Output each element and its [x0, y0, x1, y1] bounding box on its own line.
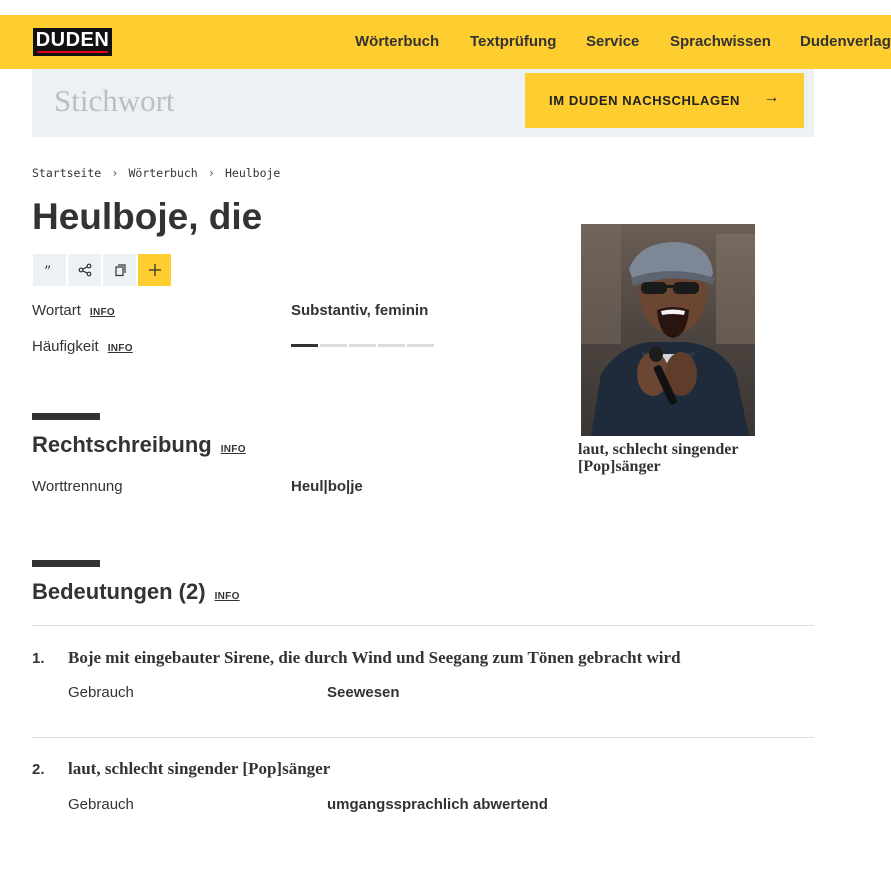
page-title: Heulboje, die — [32, 196, 263, 237]
meaning-number: 1. — [32, 650, 45, 667]
haeufigkeit-label: Häufigkeit — [32, 338, 99, 355]
gebrauch-label: Gebrauch — [68, 796, 134, 813]
haeufigkeit-info-link[interactable]: INFO — [108, 343, 133, 354]
nav-textpruefung[interactable]: Textprüfung — [470, 33, 556, 50]
frequency-segment — [291, 344, 318, 347]
frequency-segment — [407, 344, 434, 347]
bedeutungen-title: Bedeutungen (2) — [32, 579, 206, 604]
search-input[interactable] — [54, 83, 514, 119]
wortart-info-link[interactable]: INFO — [90, 307, 115, 318]
top-strip — [0, 0, 891, 15]
breadcrumb-woerterbuch[interactable]: Wörterbuch — [128, 166, 197, 180]
frequency-segment — [349, 344, 376, 347]
logo-underline — [37, 51, 108, 53]
meaning-number: 2. — [32, 761, 45, 778]
meaning-text: Boje mit eingebauter Sirene, die durch W… — [68, 648, 681, 667]
add-to-list-button[interactable] — [138, 254, 171, 286]
logo-text: DUDEN — [35, 29, 110, 51]
meaning-text: laut, schlecht singender [Pop]sänger — [68, 759, 331, 778]
share-icon — [78, 263, 91, 277]
breadcrumb: Startseite › Wörterbuch › Heulboje — [32, 166, 280, 180]
nav-woerterbuch[interactable]: Wörterbuch — [355, 33, 439, 50]
nav-service[interactable]: Service — [586, 33, 639, 50]
copy-button[interactable] — [103, 254, 136, 286]
gebrauch-value: umgangssprachlich abwertend — [327, 796, 548, 813]
divider — [32, 625, 814, 626]
search-bar: IM DUDEN NACHSCHLAGEN → — [32, 69, 814, 137]
wortart-row-label: Wortart INFO — [32, 302, 115, 319]
singer-photo-illustration — [581, 224, 755, 436]
nav-dudenverlag[interactable]: Dudenverlag — [800, 33, 891, 50]
worttrennung-label: Worttrennung — [32, 478, 123, 495]
site-header: DUDEN Wörterbuch Textprüfung Service Spr… — [0, 15, 891, 69]
entry-toolbar: ” — [33, 254, 171, 286]
gebrauch-value: Seewesen — [327, 684, 400, 701]
rechtschreibung-info-link[interactable]: INFO — [221, 444, 246, 455]
plus-icon — [148, 264, 161, 276]
chevron-right-icon: › — [207, 166, 215, 180]
bedeutungen-info-link[interactable]: INFO — [215, 591, 240, 602]
section-rule — [32, 560, 100, 567]
breadcrumb-current: Heulboje — [224, 166, 281, 180]
share-button[interactable] — [68, 254, 101, 286]
frequency-segment — [378, 344, 405, 347]
svg-text:”: ” — [44, 264, 51, 277]
frequency-meter — [291, 344, 434, 347]
frequency-segment — [320, 344, 347, 347]
search-button-label: IM DUDEN NACHSCHLAGEN — [549, 93, 740, 108]
wortart-value: Substantiv, feminin — [291, 302, 429, 319]
gebrauch-label: Gebrauch — [68, 684, 134, 701]
rechtschreibung-heading: Rechtschreibung INFO — [32, 432, 246, 458]
search-submit-button[interactable]: IM DUDEN NACHSCHLAGEN → — [525, 73, 804, 128]
quote-icon: ” — [44, 264, 51, 277]
bedeutungen-heading: Bedeutungen (2) INFO — [32, 579, 240, 605]
rechtschreibung-title: Rechtschreibung — [32, 432, 212, 457]
arrow-right-icon: → — [763, 89, 780, 106]
copy-icon — [114, 264, 126, 277]
photo-caption: laut, schlecht singender [Pop]sänger — [578, 441, 739, 475]
chevron-right-icon: › — [111, 166, 119, 180]
wortart-label: Wortart — [32, 302, 81, 319]
nav-sprachwissen[interactable]: Sprachwissen — [670, 33, 771, 50]
duden-logo[interactable]: DUDEN — [33, 28, 112, 56]
entry-photo[interactable] — [581, 224, 755, 436]
quote-button[interactable]: ” — [33, 254, 66, 286]
divider — [32, 737, 814, 738]
worttrennung-value: Heul|bo|je — [291, 478, 363, 495]
haeufigkeit-row-label: Häufigkeit INFO — [32, 338, 133, 355]
breadcrumb-startseite[interactable]: Startseite — [32, 166, 101, 180]
section-rule — [32, 413, 100, 420]
